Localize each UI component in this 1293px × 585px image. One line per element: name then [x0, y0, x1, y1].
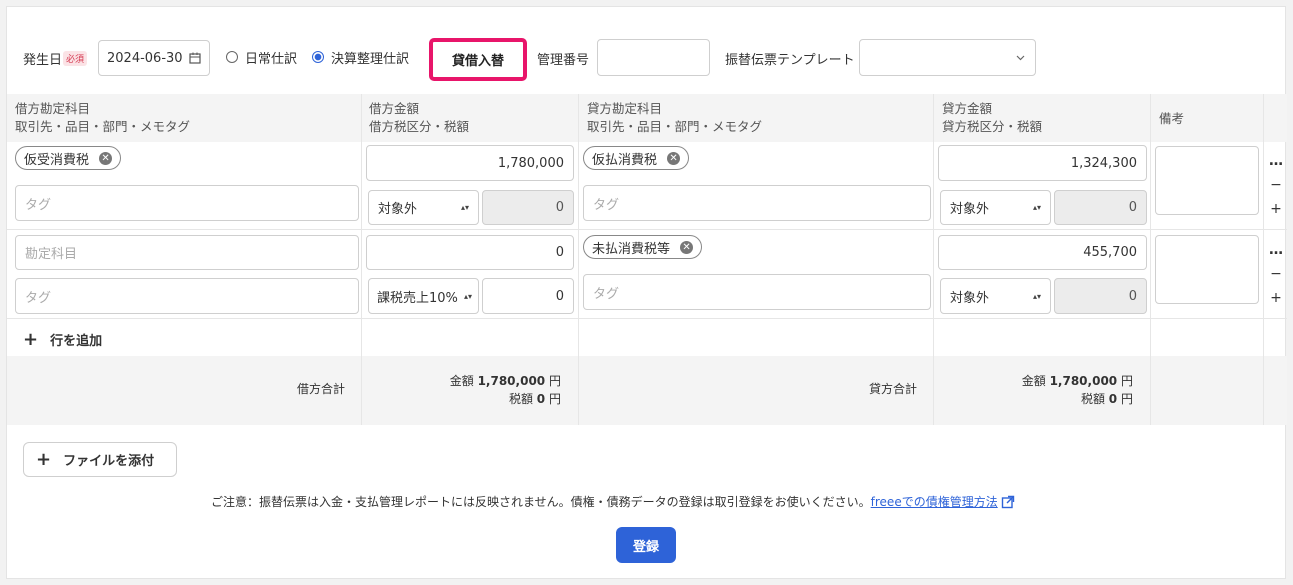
more-icon[interactable]: … [1269, 153, 1283, 169]
select-arrows-icon: ▴▾ [463, 291, 472, 301]
radio-closing[interactable] [312, 51, 324, 63]
debit-tax-amount: 0 [482, 190, 574, 225]
clear-icon[interactable]: ✕ [667, 151, 681, 165]
date-input[interactable]: 2024-06-30 [98, 40, 210, 76]
debit-total: 金額 1,780,000 円 税額 0 円 [449, 374, 561, 406]
debit-account-chip[interactable]: 仮受消費税 ✕ [15, 146, 122, 170]
header-debit-account: 借方勘定科目 取引先・品目・部門・メモタグ [15, 101, 191, 134]
debit-tag-input[interactable]: タグ [15, 185, 359, 221]
debit-amount-input[interactable]: 1,780,000 [366, 145, 574, 181]
calendar-icon [189, 52, 201, 64]
header-credit-amount: 貸方金額 貸方税区分・税額 [942, 101, 1043, 134]
swap-button-label: 貸借入替 [451, 54, 504, 69]
radio-closing-label: 決算整理仕訳 [331, 52, 410, 67]
attach-file-label: ファイルを添付 [63, 454, 155, 469]
credit-amount-input[interactable]: 455,700 [938, 235, 1147, 270]
add-row-label: 行を追加 [50, 334, 103, 349]
radio-normal-label: 日常仕訳 [245, 52, 298, 67]
clear-icon[interactable]: ✕ [680, 240, 694, 254]
select-arrows-icon: ▴▾ [1032, 291, 1041, 301]
radio-normal[interactable] [226, 51, 238, 63]
debit-tax-value: 対象外 [378, 202, 418, 217]
more-icon[interactable]: … [1269, 242, 1283, 258]
debit-amount-input[interactable]: 0 [366, 235, 574, 270]
journal-entry-card: 発生日 必須 2024-06-30 日常仕訳 決算整理仕訳 貸借入替 管理番号 … [6, 6, 1287, 579]
credit-total: 金額 1,780,000 円 税額 0 円 [1021, 374, 1133, 406]
chevron-down-icon [1016, 55, 1025, 60]
debit-tax-amount-input[interactable]: 0 [482, 278, 574, 314]
date-label: 発生日 [23, 53, 63, 68]
swap-debit-credit-button[interactable]: 貸借入替 [429, 38, 527, 81]
select-arrows-icon: ▴▾ [1032, 203, 1041, 212]
notice-text: ご注意：振替伝票は入金・支払管理レポートには反映されません。債権・債務データの登… [211, 495, 871, 509]
credit-account-chip[interactable]: 仮払消費税 ✕ [583, 146, 690, 170]
add-row-icon[interactable]: + [1269, 290, 1283, 306]
header-note: 備考 [1159, 111, 1185, 126]
add-row-button[interactable]: + 行を追加 [23, 329, 102, 350]
credit-tag-input[interactable]: タグ [583, 274, 931, 310]
add-row-icon[interactable]: + [1269, 201, 1283, 217]
template-label: 振替伝票テンプレート [725, 53, 855, 68]
clear-icon[interactable]: ✕ [99, 151, 113, 165]
note-textarea[interactable] [1155, 235, 1259, 304]
debit-tax-select[interactable]: 課税売上10% ▴▾ [368, 278, 479, 314]
date-value: 2024-06-30 [107, 50, 183, 66]
remove-row-icon[interactable]: − [1269, 266, 1283, 282]
credit-tax-value: 対象外 [950, 290, 990, 306]
note-textarea[interactable] [1155, 146, 1259, 215]
debit-account-input[interactable]: 勘定科目 [15, 235, 359, 270]
credit-account-value: 仮払消費税 [592, 152, 658, 168]
credit-total-label: 貸方合計 [869, 382, 918, 396]
remove-row-icon[interactable]: − [1269, 177, 1283, 193]
header-debit-amount: 借方金額 借方税区分・税額 [369, 101, 470, 134]
credit-account-chip[interactable]: 未払消費税等 ✕ [583, 235, 703, 259]
attach-file-button[interactable]: + ファイルを添付 [23, 442, 177, 477]
debt-management-link[interactable]: freeeでの債権管理方法 [871, 493, 998, 510]
credit-tax-select[interactable]: 対象外 ▴▾ [940, 190, 1051, 225]
header-credit-account: 貸方勘定科目 取引先・品目・部門・メモタグ [587, 101, 763, 134]
credit-tax-amount: 0 [1054, 190, 1147, 225]
debit-tax-select[interactable]: 対象外 ▴▾ [368, 190, 479, 225]
template-select[interactable] [859, 39, 1036, 76]
external-link-icon[interactable] [1001, 495, 1015, 509]
plus-icon: + [23, 329, 39, 350]
debit-tag-input[interactable]: タグ [15, 278, 359, 314]
credit-account-value: 未払消費税等 [592, 241, 671, 257]
submit-button[interactable]: 登録 [616, 527, 676, 563]
debit-total-label: 借方合計 [297, 382, 346, 396]
select-arrows-icon: ▴▾ [460, 203, 469, 212]
debit-tax-value: 課税売上10% [377, 290, 458, 306]
required-badge: 必須 [63, 51, 88, 66]
debit-account-value: 仮受消費税 [24, 152, 90, 168]
plus-icon: + [36, 449, 52, 470]
control-number-label: 管理番号 [537, 53, 590, 68]
credit-tax-amount: 0 [1054, 278, 1147, 314]
credit-tag-input[interactable]: タグ [583, 185, 931, 221]
notice: ご注意：振替伝票は入金・支払管理レポートには反映されません。債権・債務データの登… [211, 493, 1015, 510]
credit-tax-value: 対象外 [950, 202, 990, 217]
credit-tax-select[interactable]: 対象外 ▴▾ [940, 278, 1051, 314]
credit-amount-input[interactable]: 1,324,300 [938, 145, 1147, 181]
control-number-input[interactable] [597, 39, 710, 76]
